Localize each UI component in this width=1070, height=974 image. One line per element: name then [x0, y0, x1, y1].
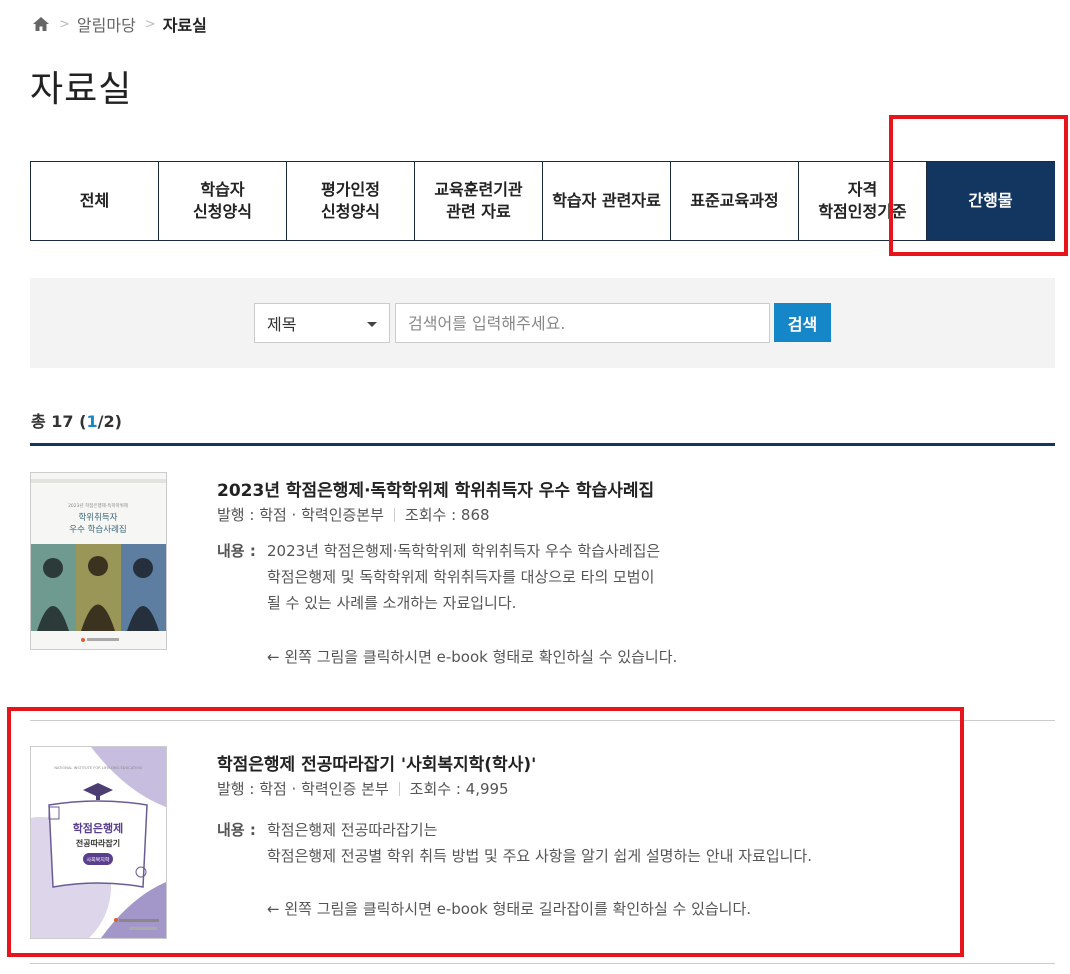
list-item: 2023년 학점은행제·독학학위제 학위취득자 우수 학습사례집 2023년 학… [30, 472, 1055, 672]
search-area: 제목 검색 [30, 278, 1055, 368]
cover-title-line1: 학위취득자 [78, 512, 117, 523]
tab-accreditation-forms[interactable]: 평가인정 신청양식 [287, 162, 415, 240]
item-publisher: 발행 : 학점 · 학력인증본부 [217, 506, 384, 524]
home-icon[interactable] [32, 15, 50, 33]
item-title[interactable]: 2023년 학점은행제·독학학위제 학위취득자 우수 학습사례집 [217, 476, 654, 501]
breadcrumb-item-current: 자료실 [162, 16, 207, 35]
item-content-body: 2023년 학점은행제·독학학위제 학위취득자 우수 학습사례집은 학점은행제 … [267, 542, 661, 612]
item-content: 내용 : 2023년 학점은행제·독학학위제 학위취득자 우수 학습사례집은 학… [217, 538, 660, 616]
search-type-select[interactable]: 제목 [254, 303, 390, 343]
list-top-border [30, 443, 1055, 446]
cover-major-badge: 사회복지학 [86, 857, 109, 864]
list-divider [30, 720, 1055, 721]
item-views: 조회수 : 868 [404, 506, 490, 524]
ebook-cover-thumbnail[interactable]: 2023년 학점은행제·독학학위제 학위취득자 우수 학습사례집 [30, 472, 167, 650]
breadcrumb: > 알림마당 > 자료실 [32, 12, 207, 36]
tab-training-institution[interactable]: 교육훈련기관 관련 자료 [415, 162, 543, 240]
search-button[interactable]: 검색 [774, 303, 831, 342]
cover-small-title: 2023년 학점은행제·독학학위제 [68, 502, 128, 509]
cover-eng-tagline: NATIONAL INSTITUTE FOR LIFELONG EDUCATIO… [54, 766, 142, 770]
result-current-page: 1 [86, 412, 98, 431]
result-count-suffix: /2) [97, 412, 122, 431]
item-content-label: 내용 : [217, 542, 256, 560]
chevron-down-icon [367, 322, 377, 327]
item-publisher: 발행 : 학점 · 학력인증 본부 [217, 780, 389, 798]
search-type-value: 제목 [267, 315, 297, 334]
item-ebook-hint: ← 왼쪽 그림을 클릭하시면 e-book 형태로 확인하실 수 있습니다. [267, 648, 678, 666]
tab-learner-forms[interactable]: 학습자 신청양식 [159, 162, 287, 240]
page-title: 자료실 [30, 69, 133, 110]
tab-certificate-standards[interactable]: 자격 학점인정기준 [799, 162, 927, 240]
tab-standard-curriculum[interactable]: 표준교육과정 [671, 162, 799, 240]
cover-title-line1: 학점은행제 [73, 821, 124, 835]
item-meta: 발행 : 학점 · 학력인증 본부 조회수 : 4,995 [217, 778, 509, 799]
result-count: 총 17 (1/2) [31, 408, 122, 432]
item-title[interactable]: 학점은행제 전공따라잡기 '사회복지학(학사)' [217, 750, 536, 775]
breadcrumb-separator-icon: > [59, 16, 70, 32]
item-ebook-hint: ← 왼쪽 그림을 클릭하시면 e-book 형태로 길라잡이를 확인하실 수 있… [267, 900, 752, 918]
item-meta: 발행 : 학점 · 학력인증본부 조회수 : 868 [217, 504, 490, 525]
ebook-cover-thumbnail[interactable]: NATIONAL INSTITUTE FOR LIFELONG EDUCATIO… [30, 746, 167, 939]
breadcrumb-separator-icon: > [144, 16, 156, 32]
category-tabs: 전체 학습자 신청양식 평가인정 신청양식 교육훈련기관 관련 자료 학습자 관… [30, 161, 1055, 241]
item-content-label: 내용 : [217, 821, 256, 839]
item-content-body: 학점은행제 전공따라잡기는 학점은행제 전공별 학위 취득 방법 및 주요 사항… [267, 821, 812, 865]
search-input[interactable] [395, 303, 770, 343]
item-content: 내용 : 학점은행제 전공따라잡기는 학점은행제 전공별 학위 취득 방법 및 … [217, 817, 812, 869]
meta-divider [398, 781, 400, 796]
item-views: 조회수 : 4,995 [409, 780, 509, 798]
tab-learner-materials[interactable]: 학습자 관련자료 [543, 162, 671, 240]
meta-divider [393, 507, 395, 522]
list-item: NATIONAL INSTITUTE FOR LIFELONG EDUCATIO… [30, 746, 1055, 946]
result-count-prefix: 총 17 ( [31, 412, 87, 431]
cover-title-line2: 전공따라잡기 [76, 838, 120, 848]
cover-title-line2: 우수 학습사례집 [69, 524, 126, 535]
breadcrumb-item-notice[interactable]: 알림마당 [77, 12, 136, 36]
list-divider [30, 963, 1055, 964]
tab-all[interactable]: 전체 [31, 162, 159, 240]
tab-publications[interactable]: 간행물 [927, 162, 1055, 240]
